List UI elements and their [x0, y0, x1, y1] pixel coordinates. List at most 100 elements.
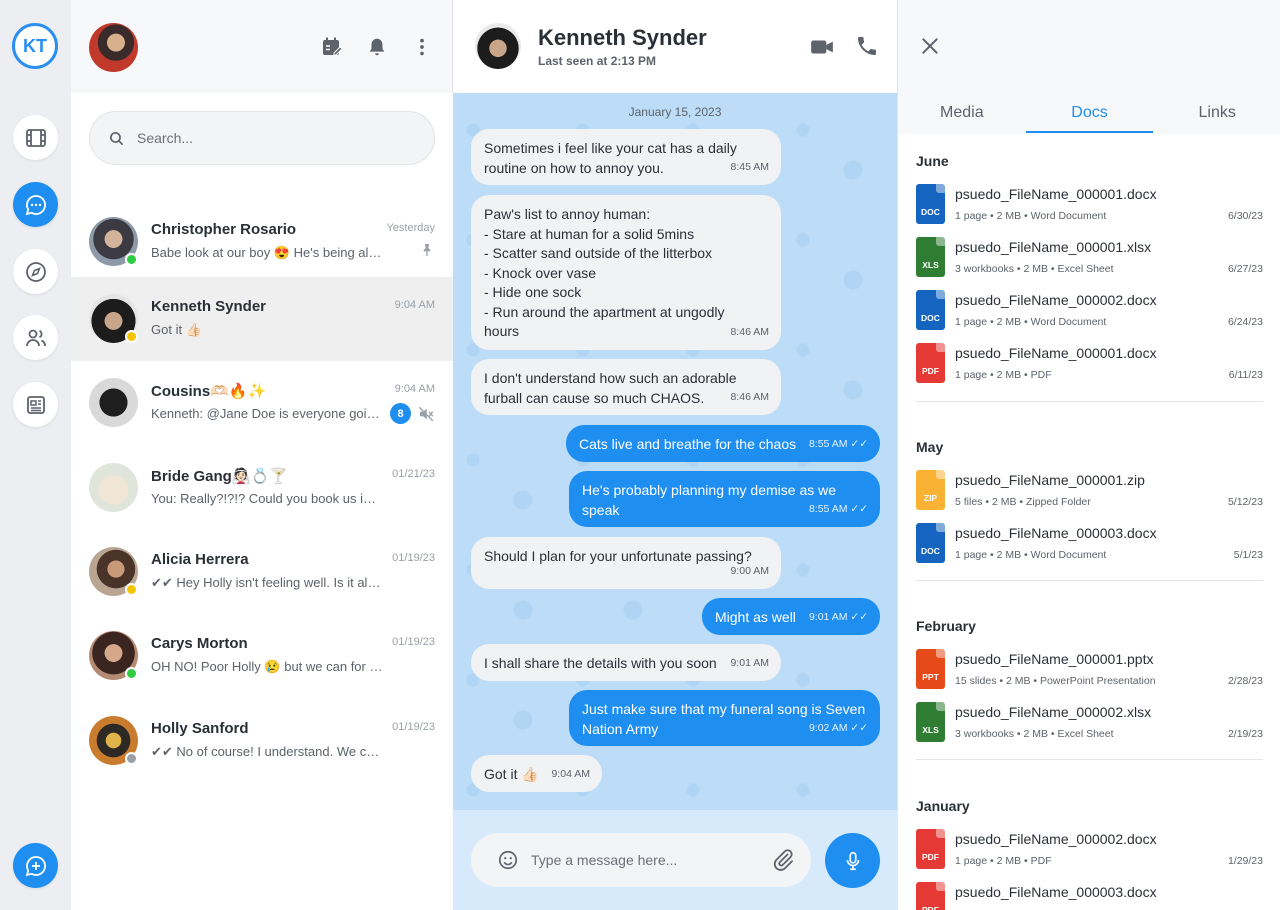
nav-contacts-button[interactable]: [13, 315, 58, 360]
shared-files-panel: Media Docs Links June DOC psuedo_FileNam…: [897, 0, 1280, 910]
bell-icon[interactable]: [364, 34, 389, 59]
chat-time: 01/19/23: [392, 721, 435, 733]
conversation-panel: Kenneth Synder Last seen at 2:13 PM Janu…: [453, 0, 897, 910]
chat-preview: OH NO! Poor Holly 😢 but we can for s...: [151, 659, 383, 674]
doc-date: 2/19/23: [1227, 728, 1263, 740]
doc-date: 1/29/23: [1227, 855, 1263, 867]
section-title: January: [916, 798, 970, 814]
nav-explore-button[interactable]: [13, 249, 58, 294]
contact-avatar[interactable]: [475, 23, 521, 69]
doc-item[interactable]: XLS psuedo_FileName_000001.xlsx 3 workbo…: [916, 237, 1263, 281]
doc-item[interactable]: ZIP psuedo_FileName_000001.zip 5 files •…: [916, 470, 1263, 514]
chat-preview: ✔✔ No of course! I understand. We can r.…: [151, 744, 383, 759]
pdf-file-icon: PDF: [916, 343, 945, 383]
chat-time: Yesterday: [386, 222, 435, 234]
nav-news-button[interactable]: [13, 382, 58, 427]
message-incoming[interactable]: I don't understand how such an adorable …: [471, 359, 781, 415]
section-divider: [916, 401, 1263, 402]
message-incoming[interactable]: Paw's list to annoy human: - Stare at hu…: [471, 195, 781, 350]
doc-name: psuedo_FileName_000003.docx: [955, 525, 1157, 541]
phone-call-icon[interactable]: [855, 34, 879, 58]
chat-item-carys-morton[interactable]: Carys Morton OH NO! Poor Holly 😢 but we …: [71, 614, 453, 698]
doc-item[interactable]: DOC psuedo_FileName_000003.docx 1 page •…: [916, 523, 1263, 567]
calendar-edit-icon[interactable]: [319, 34, 344, 59]
nav-media-button[interactable]: [13, 115, 58, 160]
chat-preview: You: Really?!?!? Could you book us in fo…: [151, 491, 383, 506]
emoji-icon[interactable]: [497, 849, 519, 871]
away-status-dot: [125, 583, 138, 596]
message-incoming[interactable]: Got it 👍🏻 9:04 AM: [471, 755, 602, 792]
doc-item[interactable]: DOC psuedo_FileName_000002.docx 1 page •…: [916, 290, 1263, 334]
doc-date: 6/11/23: [1228, 369, 1263, 381]
doc-info: 5 files • 2 MB • Zipped Folder: [955, 496, 1091, 508]
message-incoming[interactable]: Sometimes i feel like your cat has a dai…: [471, 129, 781, 185]
message-time: 9:01 AM ✓✓: [808, 610, 868, 623]
tab-media[interactable]: Media: [898, 93, 1026, 133]
nav-chats-button[interactable]: [13, 182, 58, 227]
chat-list-panel: Search... Christopher Rosario Babe look …: [71, 0, 453, 910]
tab-docs[interactable]: Docs: [1025, 93, 1154, 133]
section-title: June: [916, 153, 949, 169]
new-chat-button[interactable]: [13, 843, 58, 888]
doc-item[interactable]: PDF psuedo_FileName_000002.docx 1 page •…: [916, 829, 1263, 873]
chat-item-holly-sanford[interactable]: Holly Sanford ✔✔ No of course! I underst…: [71, 699, 453, 783]
excel-file-icon: XLS: [916, 237, 945, 277]
panel-tabs: Media Docs Links: [898, 93, 1280, 133]
chat-item-alicia-herrera[interactable]: Alicia Herrera ✔✔ Hey Holly isn't feelin…: [71, 530, 453, 614]
doc-item[interactable]: DOC psuedo_FileName_000001.docx 1 page •…: [916, 184, 1263, 228]
message-input[interactable]: Type a message here...: [471, 833, 811, 887]
nav-rail: KT: [0, 0, 71, 910]
doc-name: psuedo_FileName_000001.docx: [955, 345, 1157, 361]
doc-date: 2/28/23: [1227, 675, 1263, 687]
message-outgoing[interactable]: He's probably planning my demise as we s…: [569, 471, 880, 527]
pin-icon: [423, 244, 431, 256]
search-placeholder: Search...: [137, 130, 194, 146]
chat-item-cousins[interactable]: Cousins🫶🏻🔥✨ Kenneth: @Jane Doe is everyo…: [71, 361, 453, 445]
chat-list-header: [71, 0, 452, 93]
my-avatar[interactable]: [89, 23, 138, 72]
chat-name: Cousins🫶🏻🔥✨: [151, 383, 267, 400]
online-status-dot: [125, 253, 138, 266]
search-input[interactable]: Search...: [89, 111, 435, 165]
section-divider: [916, 759, 1263, 760]
doc-item[interactable]: PDF psuedo_FileName_000001.docx 1 page •…: [916, 343, 1263, 387]
excel-file-icon: XLS: [916, 702, 945, 742]
chat-name: Holly Sanford: [151, 720, 249, 737]
film-icon: [25, 128, 46, 147]
tab-links[interactable]: Links: [1153, 93, 1280, 133]
doc-date: 5/1/23: [1233, 549, 1263, 561]
doc-info: 3 workbooks • 2 MB • Excel Sheet: [955, 728, 1114, 740]
pdf-file-icon: PDF: [916, 829, 945, 869]
close-icon[interactable]: [920, 36, 940, 56]
doc-name: psuedo_FileName_000002.xlsx: [955, 704, 1152, 720]
chat-item-christopher-rosario[interactable]: Christopher Rosario Babe look at our boy…: [71, 200, 453, 284]
doc-item[interactable]: XLS psuedo_FileName_000002.xlsx 3 workbo…: [916, 702, 1263, 746]
chat-name: Christopher Rosario: [151, 221, 297, 238]
doc-item[interactable]: PDF psuedo_FileName_000003.docx: [916, 882, 1263, 910]
doc-info: 1 page • 2 MB • Word Document: [955, 316, 1107, 328]
away-status-dot: [125, 330, 138, 343]
last-seen: Last seen at 2:13 PM: [538, 54, 657, 68]
chat-time: 01/21/23: [392, 468, 435, 480]
message-outgoing[interactable]: Cats live and breathe for the chaos 8:55…: [566, 425, 880, 462]
users-icon: [25, 329, 46, 346]
message-time: 9:04 AM: [551, 767, 590, 780]
video-call-icon[interactable]: [809, 34, 835, 60]
contact-name[interactable]: Kenneth Synder: [538, 25, 707, 51]
message-incoming[interactable]: I shall share the details with you soon …: [471, 644, 781, 681]
message-incoming[interactable]: Should I plan for your unfortunate passi…: [471, 537, 781, 589]
plus-chat-icon: [25, 855, 46, 876]
doc-item[interactable]: PPT psuedo_FileName_000001.pptx 15 slide…: [916, 649, 1263, 693]
more-vertical-icon[interactable]: [409, 34, 434, 59]
doc-name: psuedo_FileName_000002.docx: [955, 831, 1157, 847]
chat-time: 01/19/23: [392, 552, 435, 564]
message-outgoing[interactable]: Might as well 9:01 AM ✓✓: [702, 598, 880, 635]
chat-item-kenneth-synder[interactable]: Kenneth Synder Got it 👍🏻 9:04 AM: [71, 277, 453, 361]
message-outgoing[interactable]: Just make sure that my funeral song is S…: [569, 690, 880, 746]
voice-message-button[interactable]: [825, 833, 880, 888]
online-status-dot: [125, 667, 138, 680]
chat-item-bride-gang[interactable]: Bride Gang👰🏻💍🍸 You: Really?!?!? Could yo…: [71, 446, 453, 530]
doc-date: 6/24/23: [1227, 316, 1263, 328]
app-logo[interactable]: KT: [12, 23, 58, 69]
attachment-icon[interactable]: [771, 848, 795, 872]
